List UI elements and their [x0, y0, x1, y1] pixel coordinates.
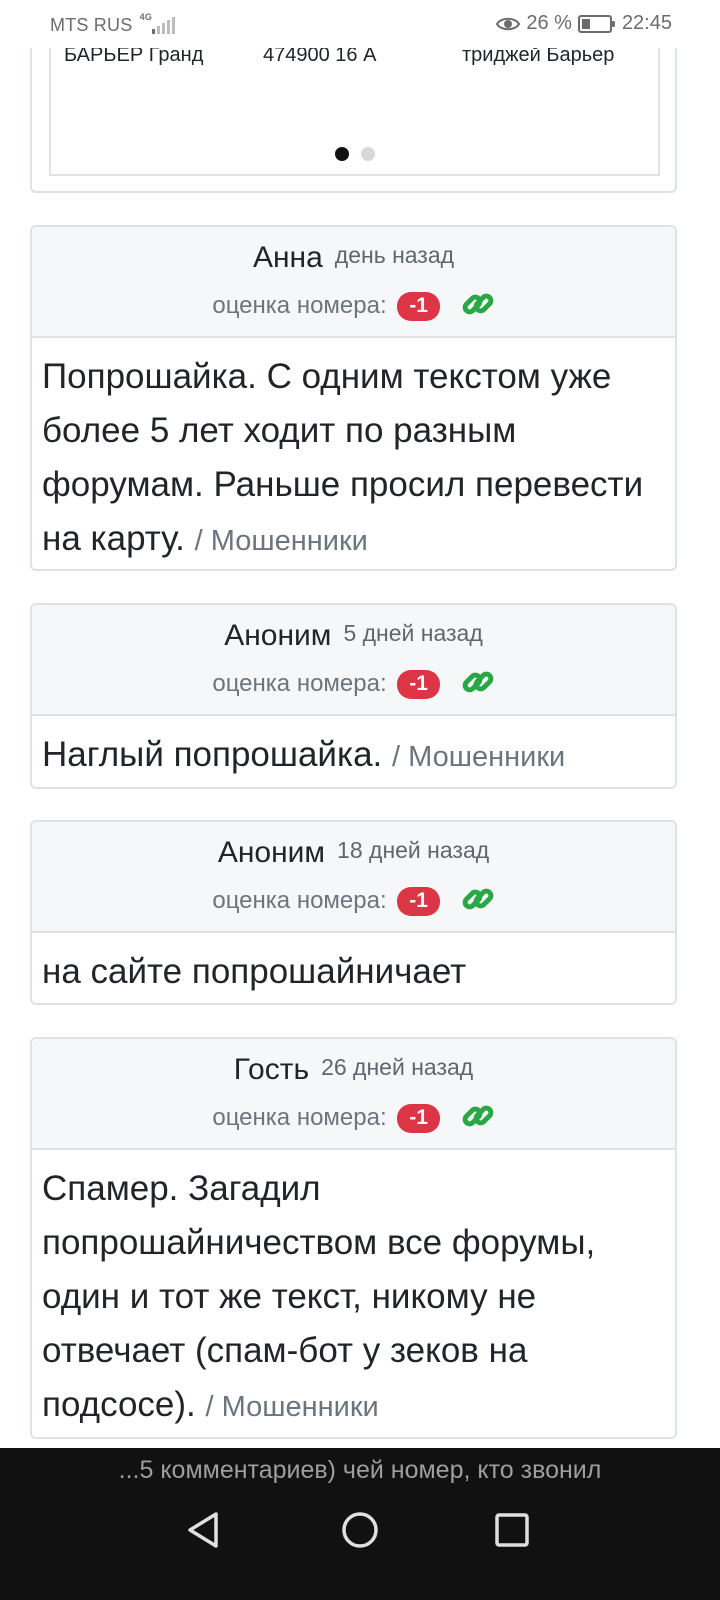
back-icon[interactable]: [182, 1508, 226, 1552]
score-badge: -1: [397, 292, 440, 321]
comment-author: Аноним: [224, 619, 332, 652]
status-bar: MTS RUS 4G 26 % 22:45: [0, 0, 720, 48]
score-label: оценка номера:: [212, 292, 387, 319]
carousel-dot-2[interactable]: [360, 147, 375, 161]
score-badge: -1: [397, 887, 440, 916]
comment-header: Анна день назад оценка номера: -1: [32, 227, 675, 338]
link-icon[interactable]: [461, 287, 495, 321]
comment-card: Аноним 5 дней назад оценка номера: -1 Наг…: [30, 603, 677, 789]
score-badge: -1: [397, 1104, 440, 1133]
clock: 22:45: [621, 12, 672, 34]
status-left: MTS RUS 4G: [50, 12, 176, 36]
network-type: 4G: [139, 12, 153, 22]
battery-icon: [577, 14, 615, 33]
carousel-indicators: [51, 147, 658, 161]
eye-icon: [496, 17, 521, 30]
home-icon[interactable]: [338, 1508, 382, 1552]
comment-time: 5 дней назад: [343, 620, 483, 646]
status-right: 26 % 22:45: [496, 12, 672, 35]
signal-icon: 4G: [139, 12, 176, 34]
comment-time: 18 дней назад: [337, 837, 490, 863]
comment-author: Гость: [233, 1053, 310, 1086]
score-label: оценка номера:: [212, 887, 387, 914]
comment-body: Спамер. Загадил попрошайничеством все фо…: [32, 1150, 675, 1437]
comment-text: Наглый попрошайка.: [42, 735, 383, 774]
carrier-name: MTS RUS: [50, 15, 133, 35]
carousel-slide[interactable]: БАРЬЕР Гранд 474900 16 А триджей Барьер: [49, 30, 660, 176]
comment-text: на сайте попрошайничает: [42, 952, 467, 991]
comment-header: Аноним 18 дней назад оценка номера: -1: [32, 822, 675, 933]
page-title[interactable]: ...5 комментариев) чей номер, кто звонил: [0, 1456, 720, 1485]
comment-card: Анна день назад оценка номера: -1 Попроша…: [30, 225, 677, 571]
comment-category[interactable]: / Мошенники: [195, 525, 368, 557]
comment-category[interactable]: / Мошенники: [392, 741, 565, 773]
link-icon[interactable]: [461, 882, 495, 916]
link-icon[interactable]: [461, 665, 495, 699]
link-icon[interactable]: [461, 1099, 495, 1133]
comment-card: Аноним 18 дней назад оценка номера: -1 на…: [30, 820, 677, 1005]
carousel-dot-1[interactable]: [334, 147, 349, 161]
score-badge: -1: [397, 670, 440, 699]
score-label: оценка номера:: [212, 1104, 387, 1131]
comment-header: Аноним 5 дней назад оценка номера: -1: [32, 605, 675, 716]
comment-author: Аноним: [217, 836, 326, 869]
comment-card: Гость 26 дней назад оценка номера: -1 Спа…: [30, 1037, 677, 1439]
comment-body: на сайте попрошайничает: [32, 933, 675, 1003]
score-label: оценка номера:: [212, 670, 387, 697]
comment-time: 26 дней назад: [321, 1054, 474, 1080]
comment-time: день назад: [334, 242, 455, 268]
carousel-card: БАРЬЕР Гранд 474900 16 А триджей Барьер: [30, 30, 677, 193]
comment-body: Попрошайка. С одним текстом уже более 5 …: [32, 338, 675, 569]
battery-percent: 26 %: [526, 12, 572, 34]
comment-header: Гость 26 дней назад оценка номера: -1: [32, 1039, 675, 1150]
bottom-bar: ...5 комментариев) чей номер, кто звонил: [0, 1448, 720, 1600]
comment-author: Анна: [252, 241, 323, 274]
comment-text: Спамер. Загадил попрошайничеством все фо…: [42, 1169, 596, 1424]
comment-category[interactable]: / Мошенники: [206, 1391, 379, 1423]
recents-icon[interactable]: [490, 1508, 534, 1552]
comment-body: Наглый попрошайка. / Мошенники: [32, 716, 675, 787]
